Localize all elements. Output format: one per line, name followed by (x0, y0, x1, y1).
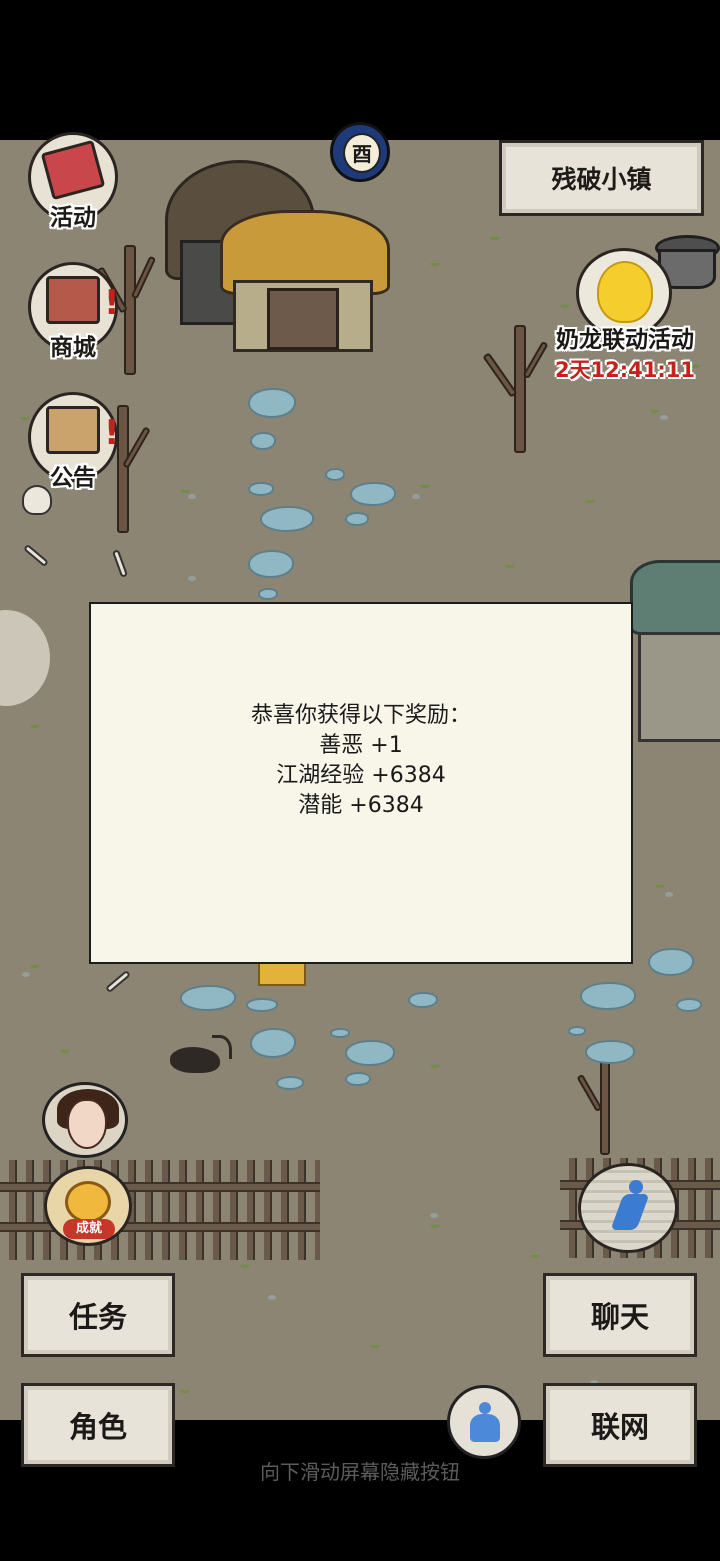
achievement-button[interactable]: 成就 (44, 1166, 132, 1246)
shop-label: 商城 (50, 335, 96, 361)
pebble (188, 494, 196, 499)
reward-line: 江湖经验 +6384 (276, 763, 446, 788)
bone-icon (105, 969, 131, 994)
stepping-stone (248, 388, 296, 418)
grass-tuft (430, 258, 440, 266)
stepping-stone (250, 432, 276, 450)
bone-icon (23, 543, 49, 568)
stepping-stone (248, 482, 274, 496)
time-glyph: 酉 (343, 133, 381, 173)
stepping-stone (260, 506, 314, 532)
rat-enemy[interactable] (160, 1035, 235, 1075)
stepping-stone (580, 982, 636, 1010)
reward-heading: 恭喜你获得以下奖励： (250, 703, 471, 728)
notice-button[interactable]: ! 公告 (28, 392, 120, 491)
stall-icon (46, 276, 100, 324)
grass-tuft (180, 1385, 190, 1393)
stepping-stone (345, 1072, 371, 1086)
gate-icon (46, 406, 100, 454)
grass-tuft (490, 232, 500, 240)
stepping-stone (180, 985, 236, 1011)
stepping-stone (345, 1040, 395, 1066)
thatched-hut (165, 160, 395, 352)
grass-tuft (240, 1260, 250, 1268)
grass-tuft (370, 1340, 380, 1348)
medal-icon (65, 1181, 111, 1223)
stepping-stone (330, 1028, 350, 1038)
top-black-bar (0, 0, 720, 140)
pebble (430, 1213, 438, 1218)
runner-icon (609, 1180, 650, 1238)
stepping-stone (585, 1040, 635, 1064)
pebble (660, 415, 668, 420)
role-button[interactable]: 角色 (21, 1383, 175, 1467)
grass-tuft (530, 1250, 540, 1258)
stepping-stone (246, 998, 278, 1012)
reward-popup[interactable]: 恭喜你获得以下奖励： 善恶 +1 江湖经验 +6384 潜能 +6384 (89, 602, 633, 964)
notification-icon: ! (104, 413, 120, 453)
grass-tuft (60, 1045, 70, 1053)
stepping-stone (250, 1028, 296, 1058)
activity-label: 活动 (50, 205, 96, 231)
reward-line: 潜能 +6384 (298, 793, 424, 818)
event-button[interactable]: 奶龙联动活动 2天12:41:11 (550, 248, 700, 388)
grass-tuft (505, 560, 515, 568)
stepping-stone (248, 550, 294, 578)
network-button[interactable]: 联网 (543, 1383, 697, 1467)
moon-time-icon[interactable]: 酉 (330, 122, 390, 182)
event-timer: 2天12:41:11 (554, 358, 696, 382)
bone-icon (111, 549, 129, 578)
grass-tuft (420, 480, 430, 488)
pebble (268, 1295, 276, 1300)
activity-button[interactable]: 活动 (28, 132, 118, 231)
stepping-stone (325, 468, 345, 481)
grass-tuft (430, 1220, 440, 1228)
hide-buttons-hint: 向下滑动屏幕隐藏按钮 (260, 1460, 460, 1484)
grass-tuft (585, 495, 595, 503)
dead-tree (482, 315, 550, 455)
grass-tuft (30, 720, 40, 728)
chat-button[interactable]: 聊天 (543, 1273, 697, 1357)
run-button[interactable] (578, 1163, 678, 1253)
grass-tuft (655, 880, 665, 888)
achievement-label: 成就 (63, 1219, 115, 1239)
reward-line: 善恶 +1 (319, 733, 403, 758)
notice-label: 公告 (50, 465, 96, 491)
pebble (188, 576, 196, 581)
grass-tuft (430, 1060, 440, 1068)
pebble (412, 494, 420, 499)
stepping-stone (568, 1026, 586, 1036)
shop-button[interactable]: ! 商城 (28, 262, 120, 361)
stepping-stone (648, 948, 694, 976)
meditate-button[interactable] (447, 1385, 521, 1459)
location-name[interactable]: 残破小镇 (499, 140, 704, 216)
notification-icon: ! (104, 283, 120, 323)
pebble (22, 972, 30, 977)
event-title: 奶龙联动活动 (556, 327, 694, 353)
stepping-stone (676, 998, 702, 1012)
grass-tuft (650, 405, 660, 413)
pebble (665, 892, 673, 897)
side-tab[interactable] (0, 610, 50, 706)
character-portrait[interactable] (42, 1082, 128, 1158)
stepping-stone (350, 482, 396, 506)
player-character (258, 962, 306, 986)
stepping-stone (408, 992, 438, 1008)
meditation-icon (470, 1402, 500, 1442)
stepping-stone (345, 512, 369, 526)
grass-tuft (180, 485, 190, 493)
task-button[interactable]: 任务 (21, 1273, 175, 1357)
ruined-pavilion (630, 560, 720, 750)
grass-tuft (30, 960, 40, 968)
stepping-stone (258, 588, 278, 600)
stepping-stone (276, 1076, 304, 1090)
